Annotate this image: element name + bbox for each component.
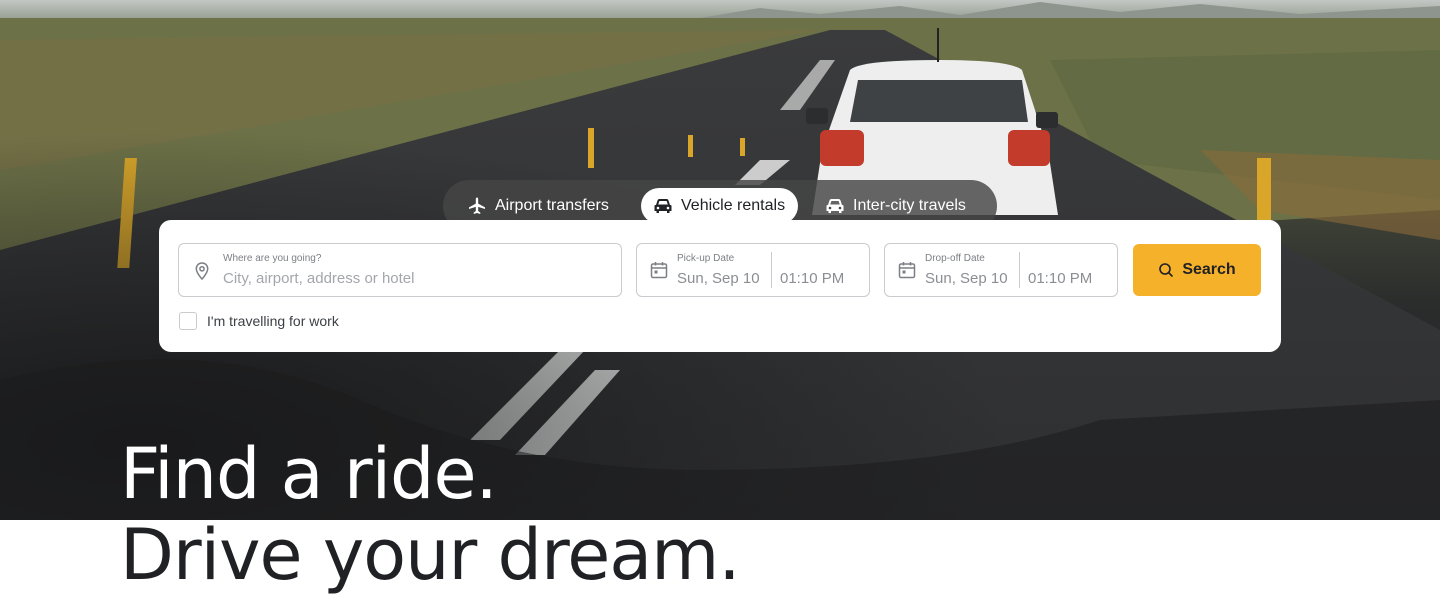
dropoff-date-value[interactable]: Sun, Sep 10	[925, 270, 1008, 287]
dropoff-time-value[interactable]: 01:10 PM	[1028, 270, 1092, 287]
calendar-icon	[898, 262, 916, 279]
destination-label: Where are you going?	[223, 253, 322, 264]
tab-vehicle-rentals[interactable]: Vehicle rentals	[641, 188, 799, 224]
car-icon	[826, 199, 844, 213]
search-button-label: Search	[1182, 261, 1236, 278]
car-icon	[654, 199, 672, 213]
work-travel-label: I'm travelling for work	[207, 313, 339, 329]
destination-field[interactable]: Where are you going?	[178, 243, 622, 297]
pickup-date-label: Pick-up Date	[677, 253, 735, 264]
destination-input[interactable]	[223, 270, 603, 287]
headline-line-1: Find a ride.	[120, 433, 498, 515]
checkbox[interactable]	[179, 312, 197, 330]
pickup-time-value[interactable]: 01:10 PM	[780, 270, 844, 287]
tab-airport-transfers-label: Airport transfers	[495, 197, 609, 214]
dropoff-date-field[interactable]: Drop-off Date Sun, Sep 10 01:10 PM	[884, 243, 1118, 297]
calendar-icon	[650, 262, 668, 279]
tab-inter-city-travels[interactable]: Inter-city travels	[825, 188, 980, 224]
airplane-icon	[469, 197, 485, 214]
location-pin-icon	[195, 262, 209, 281]
work-travel-checkbox[interactable]: I'm travelling for work	[179, 312, 339, 330]
tab-vehicle-rentals-label: Vehicle rentals	[681, 197, 786, 214]
search-icon	[1159, 263, 1174, 277]
pickup-date-field[interactable]: Pick-up Date Sun, Sep 10 01:10 PM	[636, 243, 870, 297]
pickup-date-value[interactable]: Sun, Sep 10	[677, 270, 760, 287]
divider	[1019, 252, 1020, 288]
search-card: Where are you going? Pick-up Date Sun, S…	[159, 220, 1281, 352]
tab-airport-transfers[interactable]: Airport transfers	[467, 188, 623, 224]
tab-inter-city-travels-label: Inter-city travels	[853, 197, 966, 214]
headline-line-2: Drive your dream.	[120, 514, 741, 596]
search-button[interactable]: Search	[1133, 244, 1261, 296]
dropoff-date-label: Drop-off Date	[925, 253, 985, 264]
divider	[771, 252, 772, 288]
hero-headline: Find a ride. Drive your dream.	[120, 433, 741, 596]
